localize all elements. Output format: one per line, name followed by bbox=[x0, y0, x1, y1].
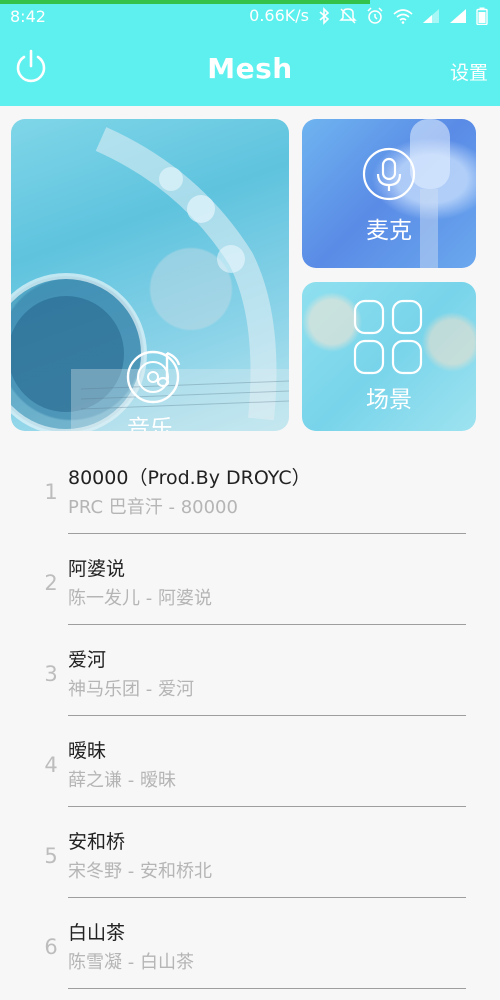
song-list-item[interactable]: 6 白山茶陈雪凝 - 白山茶 bbox=[0, 898, 500, 989]
scene-tile[interactable]: 场景 bbox=[302, 282, 476, 431]
mic-tile[interactable]: 麦克 bbox=[302, 119, 476, 268]
song-artist: 陈雪凝 - 白山茶 bbox=[68, 952, 194, 973]
status-bar: 8:42 0.66K/s bbox=[0, 0, 500, 34]
load-progress-fill bbox=[0, 0, 370, 4]
alarm-off-icon bbox=[339, 7, 357, 25]
song-list-item[interactable]: 2 阿婆说陈一发儿 - 阿婆说 bbox=[0, 534, 500, 625]
microphone-icon bbox=[362, 147, 416, 201]
song-list-item[interactable]: 4 暧昧薛之谦 - 暧昧 bbox=[0, 716, 500, 807]
scene-tile-label: 场景 bbox=[366, 387, 412, 413]
music-tile-label: 音乐 bbox=[127, 416, 173, 431]
status-icons: 0.66K/s bbox=[249, 6, 488, 25]
song-list-item[interactable]: 5 安和桥宋冬野 - 安和桥北 bbox=[0, 807, 500, 898]
app-bar: Mesh 设置 bbox=[0, 34, 500, 106]
song-artist: 薛之谦 - 暧昧 bbox=[68, 770, 176, 791]
song-title: 80000（Prod.By DROYC） bbox=[68, 467, 311, 489]
song-artist: PRC 巴音汗 - 80000 bbox=[68, 497, 238, 518]
signal-icon bbox=[422, 8, 440, 24]
song-title: 安和桥 bbox=[68, 831, 126, 853]
song-title: 白山茶 bbox=[68, 922, 126, 944]
song-index: 1 bbox=[44, 480, 58, 504]
mic-tile-label: 麦克 bbox=[366, 218, 412, 244]
song-title: 爱河 bbox=[68, 649, 107, 671]
music-tile[interactable]: 音乐 bbox=[11, 119, 289, 431]
music-disc-icon bbox=[125, 345, 185, 405]
song-artist: 陈一发儿 - 阿婆说 bbox=[68, 588, 212, 609]
scene-grid-icon bbox=[352, 298, 424, 376]
song-title: 暧昧 bbox=[68, 740, 107, 762]
battery-icon bbox=[476, 7, 488, 25]
song-list-item[interactable]: 1 80000（Prod.By DROYC） PRC 巴音汗 - 80000 bbox=[0, 443, 500, 534]
signal-icon bbox=[449, 8, 467, 24]
settings-button[interactable]: 设置 bbox=[450, 58, 488, 85]
song-index: 3 bbox=[44, 662, 58, 686]
song-index: 2 bbox=[44, 571, 58, 595]
song-list-item[interactable]: 3 爱河神马乐团 - 爱河 bbox=[0, 625, 500, 716]
song-list: 1 80000（Prod.By DROYC） PRC 巴音汗 - 80000 2 阿婆说… bbox=[0, 443, 500, 989]
wifi-icon bbox=[393, 8, 413, 24]
song-index: 5 bbox=[44, 844, 58, 868]
song-index: 4 bbox=[44, 753, 58, 777]
divider bbox=[68, 988, 466, 989]
alarm-icon bbox=[366, 6, 384, 25]
bluetooth-icon bbox=[318, 6, 330, 25]
status-time: 8:42 bbox=[10, 7, 46, 26]
net-speed: 0.66K/s bbox=[249, 6, 309, 25]
load-progress-bar bbox=[0, 0, 500, 4]
app-title: Mesh bbox=[207, 52, 293, 85]
song-title: 阿婆说 bbox=[68, 558, 126, 580]
song-artist: 神马乐团 - 爱河 bbox=[68, 679, 194, 700]
song-index: 6 bbox=[44, 935, 58, 959]
song-artist: 宋冬野 - 安和桥北 bbox=[68, 861, 212, 882]
